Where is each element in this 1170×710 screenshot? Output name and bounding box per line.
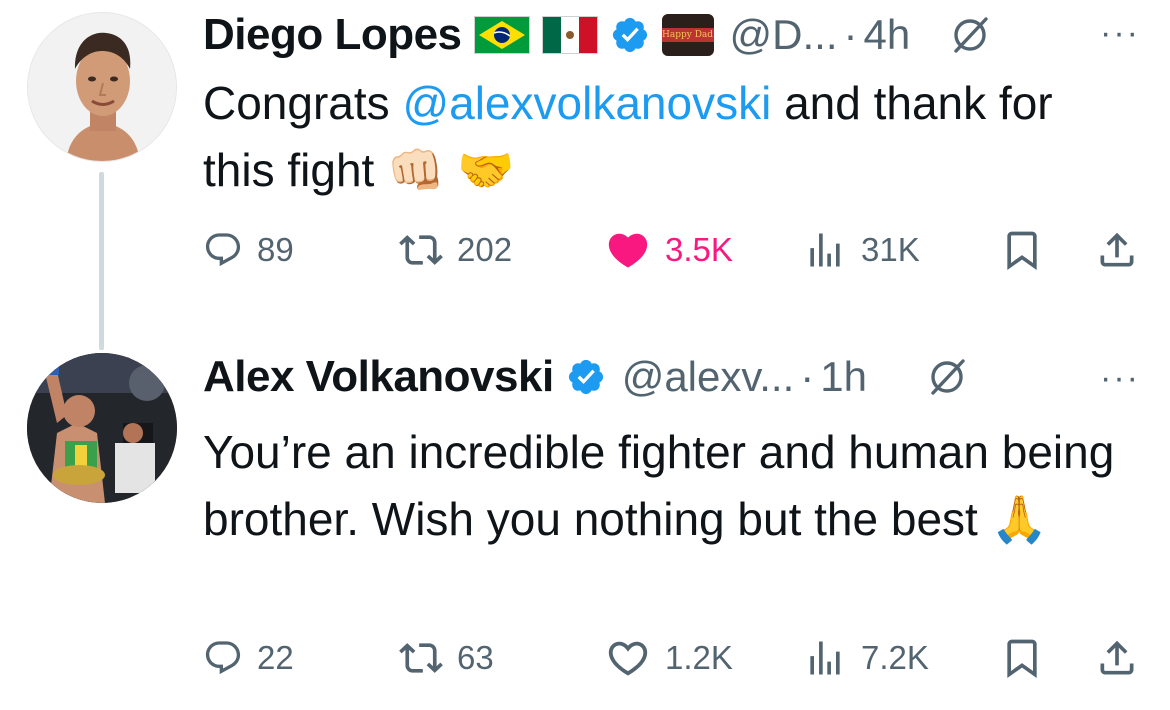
grok-icon[interactable] xyxy=(948,13,992,57)
views-icon xyxy=(810,641,840,675)
like-count: 1.2K xyxy=(665,639,733,676)
repost-button[interactable]: 63 xyxy=(399,635,494,681)
reply-icon xyxy=(205,641,241,675)
author-name[interactable]: Alex Volkanovski xyxy=(203,352,554,402)
tweet-alex-volkanovski[interactable]: Alex Volkanovski @alexv... · 1h ··· You’… xyxy=(0,345,1170,710)
tweet-diego-lopes[interactable]: Diego Lopes Happy Dad @D... · 4h ··· Con… xyxy=(0,0,1170,300)
like-button[interactable]: 1.2K xyxy=(605,635,733,681)
author-name[interactable]: Diego Lopes xyxy=(203,10,462,60)
views-icon xyxy=(810,233,840,267)
tweet-actions: 22 63 1.2K 7.2K xyxy=(203,635,1143,681)
tweet-text: Congrats @alexvolkanovski and thank for … xyxy=(203,70,1133,204)
bookmark-button[interactable] xyxy=(1000,227,1044,273)
reply-button[interactable]: 89 xyxy=(203,227,294,273)
share-icon xyxy=(1100,640,1134,675)
verified-badge-icon[interactable] xyxy=(566,357,606,397)
affiliate-badge-text: Happy Dad xyxy=(661,28,714,42)
share-button[interactable] xyxy=(1095,227,1139,273)
bookmark-button[interactable] xyxy=(1000,635,1044,681)
heart-filled-icon xyxy=(608,233,648,268)
more-options-icon[interactable]: ··· xyxy=(1100,359,1140,398)
views-button[interactable]: 7.2K xyxy=(803,635,929,681)
emoji-fist-handshake: 👊🏻 🤝 xyxy=(387,144,515,196)
separator-dot: · xyxy=(800,353,815,400)
reply-count: 89 xyxy=(257,231,294,268)
affiliate-badge-icon[interactable]: Happy Dad xyxy=(661,14,714,56)
avatar[interactable] xyxy=(27,353,177,503)
flag-mexico-icon xyxy=(541,16,598,54)
reply-count: 22 xyxy=(257,639,294,676)
like-count: 3.5K xyxy=(665,231,733,268)
mention-link[interactable]: @alexvolkanovski xyxy=(402,77,771,129)
heart-outline-icon xyxy=(608,641,648,676)
separator-dot: · xyxy=(843,11,858,58)
tweet-text-body: You’re an incredible fighter and human b… xyxy=(203,426,1115,545)
repost-count: 202 xyxy=(457,231,513,268)
avatar[interactable] xyxy=(27,12,177,162)
bookmark-icon xyxy=(1007,231,1037,271)
emoji-folded-hands: 🙏 xyxy=(990,493,1048,545)
flag-brazil-icon xyxy=(473,16,530,54)
views-count: 31K xyxy=(861,231,920,268)
views-count: 7.2K xyxy=(861,639,929,676)
tweet-actions: 89 202 3.5K 31K xyxy=(203,227,1143,273)
repost-icon xyxy=(399,643,443,673)
author-handle[interactable]: @alexv... xyxy=(622,353,795,401)
more-options-icon[interactable]: ··· xyxy=(1100,14,1140,53)
verified-badge-icon[interactable] xyxy=(610,15,650,55)
author-handle[interactable]: @D... xyxy=(730,11,838,59)
like-button[interactable]: 3.5K xyxy=(605,227,733,273)
views-button[interactable]: 31K xyxy=(803,227,920,273)
timestamp[interactable]: 4h xyxy=(864,11,911,59)
share-button[interactable] xyxy=(1095,635,1139,681)
repost-button[interactable]: 202 xyxy=(399,227,512,273)
bookmark-icon xyxy=(1007,639,1037,679)
share-icon xyxy=(1100,232,1134,267)
timestamp[interactable]: 1h xyxy=(820,353,867,401)
repost-count: 63 xyxy=(457,639,494,676)
tweet-header: Alex Volkanovski @alexv... · 1h xyxy=(203,347,969,407)
reply-icon xyxy=(205,233,241,267)
reply-button[interactable]: 22 xyxy=(203,635,294,681)
tweet-text: You’re an incredible fighter and human b… xyxy=(203,419,1133,553)
tweet-header: Diego Lopes Happy Dad @D... · 4h xyxy=(203,5,992,65)
repost-icon xyxy=(399,235,443,265)
grok-icon[interactable] xyxy=(925,355,969,399)
tweet-text-before: Congrats xyxy=(203,77,403,129)
